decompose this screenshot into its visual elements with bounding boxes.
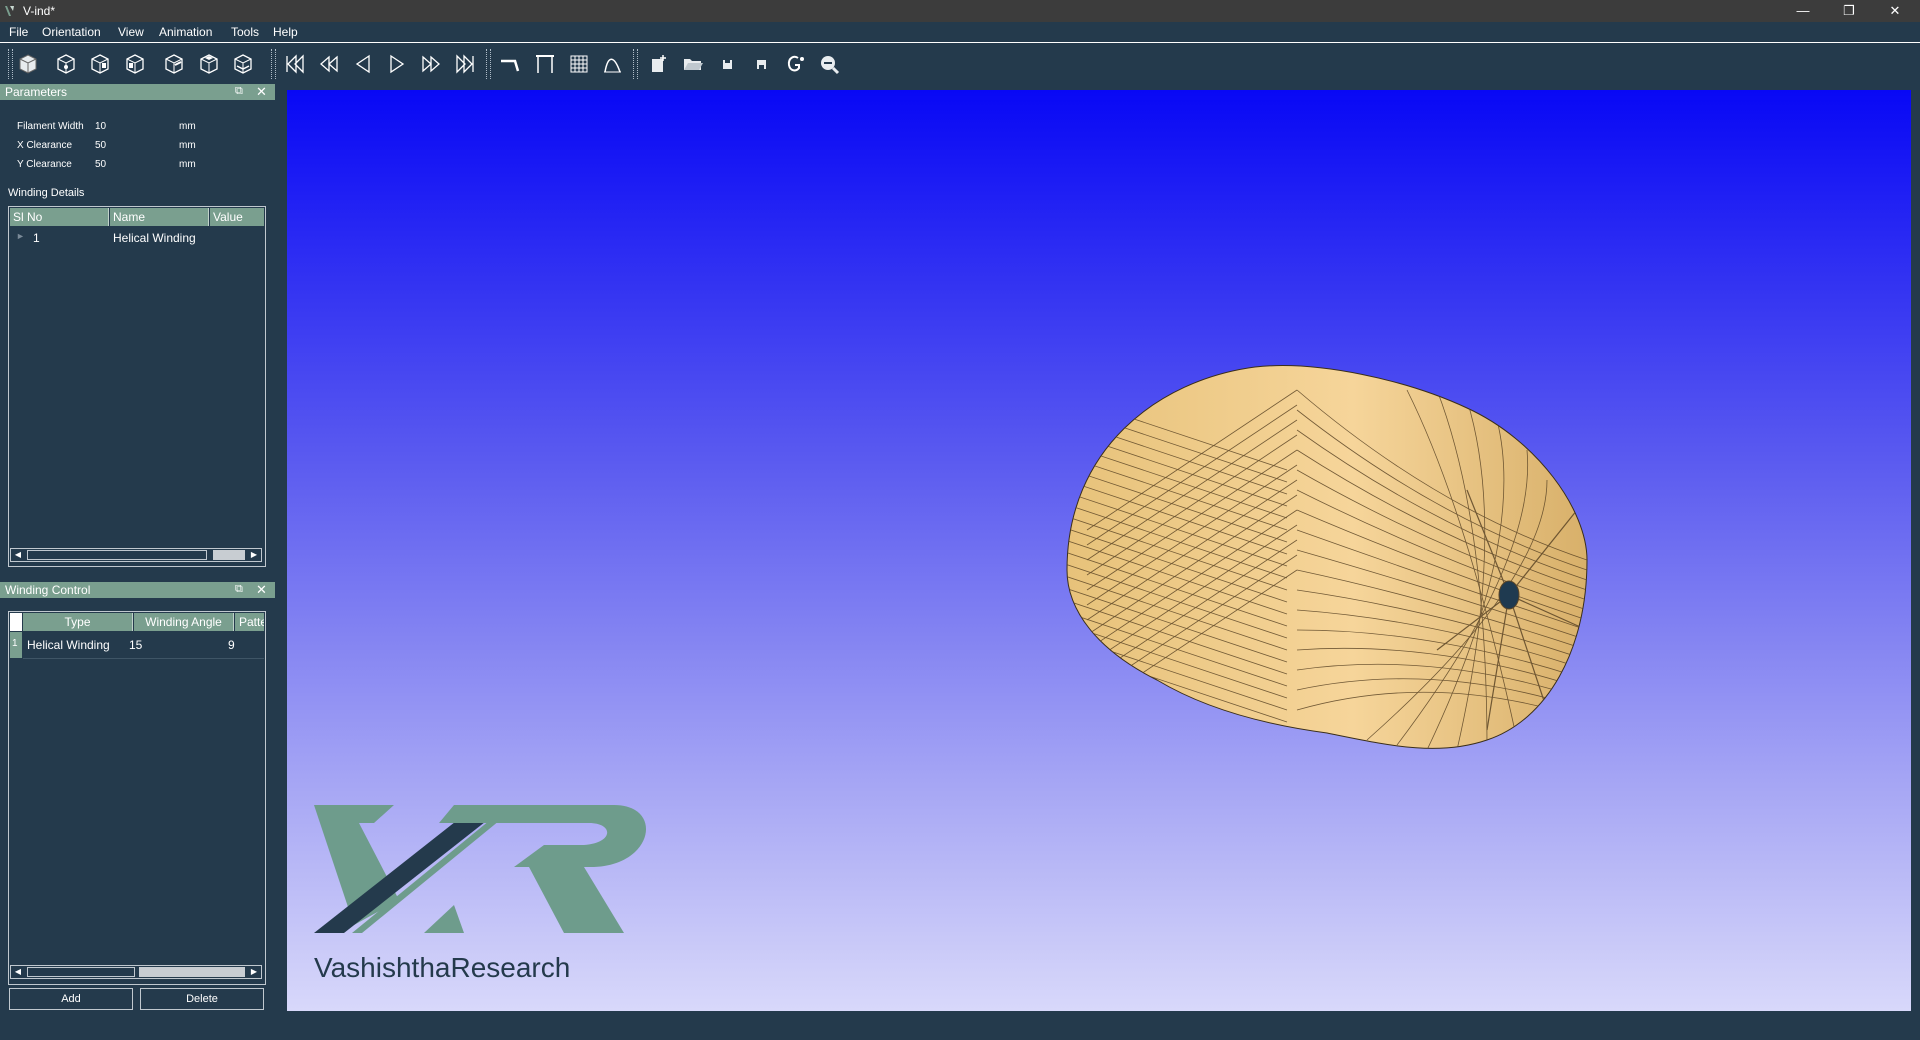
column-header-slno[interactable]: Sl No: [10, 208, 109, 226]
close-icon[interactable]: ✕: [256, 84, 267, 100]
scrollbar-thumb[interactable]: [213, 550, 245, 560]
brand-name-part1: Vashishtha: [314, 952, 451, 983]
toolbar: [0, 43, 1920, 83]
horizontal-scrollbar[interactable]: ◀ ▶: [10, 965, 262, 979]
view-iso-icon[interactable]: [14, 51, 42, 77]
view-back-icon[interactable]: [86, 51, 114, 77]
scroll-right-icon[interactable]: ▶: [247, 966, 261, 978]
vashishtha-research-logo: [314, 805, 647, 933]
close-icon[interactable]: ✕: [256, 582, 267, 598]
view-bottom-icon[interactable]: [229, 51, 257, 77]
menu-view[interactable]: View: [118, 25, 144, 39]
scrollbar-track[interactable]: [27, 550, 207, 560]
minimize-icon[interactable]: —: [1780, 0, 1826, 22]
x-clearance-field[interactable]: 50: [95, 140, 106, 151]
float-icon[interactable]: ⧉: [235, 583, 243, 596]
step-back-icon[interactable]: [315, 51, 343, 77]
column-header-value[interactable]: Value: [210, 208, 264, 226]
delete-button[interactable]: Delete: [140, 988, 264, 1010]
row-winding-angle[interactable]: 15: [129, 638, 142, 652]
scrollbar-thumb[interactable]: [139, 967, 245, 977]
menu-tools[interactable]: Tools: [231, 25, 259, 39]
expand-arrow-icon[interactable]: ►: [16, 231, 25, 241]
toolbar-grip[interactable]: [633, 49, 638, 79]
x-clearance-unit: mm: [179, 140, 196, 151]
skip-first-icon[interactable]: [281, 51, 309, 77]
3d-viewport[interactable]: VashishthaResearch: [287, 90, 1911, 1011]
row-index: 1: [12, 638, 18, 649]
new-file-icon[interactable]: [645, 51, 673, 77]
port-opening: [1498, 580, 1520, 610]
close-icon[interactable]: ✕: [1872, 0, 1918, 22]
curve-icon[interactable]: [599, 51, 627, 77]
parameters-title-text: Parameters: [5, 85, 68, 99]
winding-control-table: Type Winding Angle Patter 1 Helical Wind…: [8, 611, 266, 985]
play-reverse-icon[interactable]: [349, 51, 377, 77]
horizontal-scrollbar[interactable]: ◀ ▶: [10, 548, 262, 562]
column-header-name[interactable]: Name: [110, 208, 209, 226]
y-clearance-label: Y Clearance: [17, 159, 72, 170]
winding-control-panel-title: Winding Control ⧉ ✕: [0, 582, 275, 598]
row-slno: 1: [33, 231, 40, 245]
toolbar-grip[interactable]: [271, 49, 276, 79]
row-name: Helical Winding: [113, 231, 196, 245]
winding-control-title-text: Winding Control: [5, 583, 91, 597]
row-type[interactable]: Helical Winding: [27, 638, 110, 652]
menu-file[interactable]: File: [9, 25, 28, 39]
frame-icon[interactable]: [531, 51, 559, 77]
filament-width-label: Filament Width: [17, 121, 84, 132]
app-icon: [5, 6, 14, 16]
grid-icon[interactable]: [565, 51, 593, 77]
scroll-left-icon[interactable]: ◀: [11, 549, 25, 561]
save-icon[interactable]: [713, 51, 741, 77]
brand-name: VashishthaResearch: [314, 952, 570, 984]
winding-details-label: Winding Details: [8, 187, 85, 199]
brand-name-part2: Research: [450, 952, 571, 983]
menu-animation[interactable]: Animation: [159, 25, 212, 39]
float-icon[interactable]: ⧉: [235, 85, 243, 98]
add-button[interactable]: Add: [9, 988, 133, 1010]
column-header-pattern[interactable]: Patter: [235, 613, 264, 631]
parameters-panel-title: Parameters ⧉ ✕: [0, 84, 275, 100]
path-icon[interactable]: [496, 51, 524, 77]
toolbar-grip[interactable]: [486, 49, 491, 79]
column-header-winding-angle[interactable]: Winding Angle: [134, 613, 234, 631]
row-pattern[interactable]: 9: [228, 638, 235, 652]
toolbar-grip[interactable]: [8, 49, 13, 79]
scroll-left-icon[interactable]: ◀: [11, 966, 25, 978]
filament-width-field[interactable]: 10: [95, 121, 106, 132]
window-title: V-ind*: [23, 4, 56, 18]
row-divider: [23, 658, 264, 659]
menu-bar: File Orientation View Animation Tools He…: [0, 22, 1920, 43]
winding-details-table: Sl No Name Value ► 1 Helical Winding ◀ ▶: [8, 206, 266, 567]
column-header-type[interactable]: Type: [23, 613, 133, 631]
menu-help[interactable]: Help: [273, 25, 298, 39]
title-bar: V-ind* — ❐ ✕: [0, 0, 1920, 22]
view-front-icon[interactable]: [52, 51, 80, 77]
x-clearance-label: X Clearance: [17, 140, 73, 151]
play-icon[interactable]: [383, 51, 411, 77]
step-forward-icon[interactable]: [417, 51, 445, 77]
zoom-icon[interactable]: [815, 51, 843, 77]
view-right-icon[interactable]: [160, 51, 188, 77]
restore-icon[interactable]: ❐: [1826, 0, 1872, 22]
view-left-icon[interactable]: [121, 51, 149, 77]
skip-last-icon[interactable]: [451, 51, 479, 77]
select-all-corner[interactable]: [10, 613, 22, 631]
scroll-right-icon[interactable]: ▶: [247, 549, 261, 561]
open-folder-icon[interactable]: [679, 51, 707, 77]
y-clearance-field[interactable]: 50: [95, 159, 106, 170]
filament-width-unit: mm: [179, 121, 196, 132]
menu-orientation[interactable]: Orientation: [42, 25, 101, 39]
scrollbar-track[interactable]: [27, 967, 135, 977]
view-top-icon[interactable]: [195, 51, 223, 77]
gcode-icon[interactable]: [781, 51, 809, 77]
y-clearance-unit: mm: [179, 159, 196, 170]
save-as-icon[interactable]: [747, 51, 775, 77]
